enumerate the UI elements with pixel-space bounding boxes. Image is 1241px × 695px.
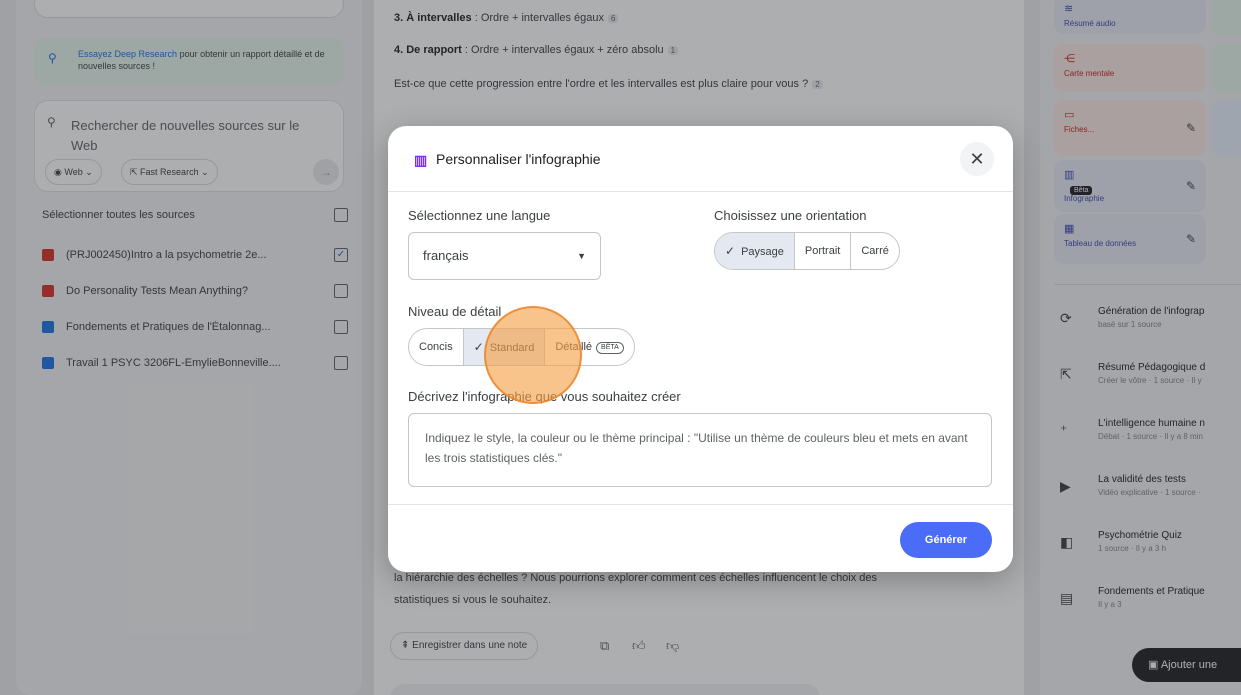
dialog-header: ▥ Personnaliser l'infographie ✕ (388, 126, 1013, 192)
click-indicator (484, 306, 582, 404)
detail-option-label: Concis (419, 341, 453, 353)
language-value: français (423, 248, 469, 263)
orientation-option-label: Paysage (741, 246, 784, 258)
caret-down-icon: ▼ (577, 251, 586, 261)
close-icon: ✕ (969, 149, 985, 169)
orientation-option-portrait[interactable]: Portrait (795, 233, 852, 269)
dialog-footer-divider (388, 504, 1013, 505)
orientation-label: Choisissez une orientation (714, 208, 867, 223)
beta-badge: BÊTA (596, 342, 624, 354)
orientation-toggle-group: ✓ Paysage Portrait Carré (714, 232, 900, 270)
generate-button[interactable]: Générer (900, 522, 992, 558)
orientation-option-carré[interactable]: Carré (851, 233, 899, 269)
describe-textarea[interactable]: Indiquez le style, la couleur ou le thèm… (408, 413, 992, 487)
infographic-icon: ▥ (414, 152, 428, 168)
language-label: Sélectionnez une langue (408, 208, 551, 223)
orientation-option-paysage[interactable]: ✓ Paysage (715, 233, 795, 269)
language-select[interactable]: français ▼ (408, 232, 601, 280)
check-icon: ✓ (725, 244, 736, 258)
dialog-title: Personnaliser l'infographie (436, 151, 601, 167)
detail-option-concis[interactable]: Concis (409, 329, 464, 365)
check-icon: ✓ (473, 340, 484, 354)
close-button[interactable]: ✕ (960, 142, 994, 176)
customize-infographic-dialog: ▥ Personnaliser l'infographie ✕ Sélectio… (388, 126, 1013, 572)
orientation-option-label: Carré (861, 245, 889, 257)
orientation-option-label: Portrait (804, 245, 841, 257)
detail-label: Niveau de détail (408, 304, 502, 319)
